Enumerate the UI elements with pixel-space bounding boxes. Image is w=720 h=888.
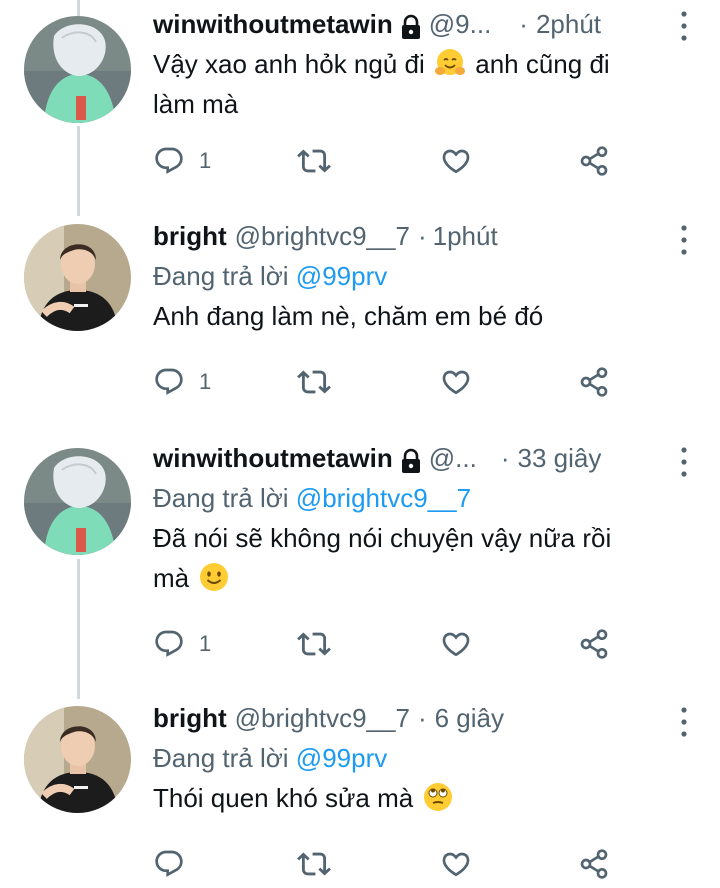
- share-icon: [578, 366, 610, 398]
- tweet-actions: 1: [153, 141, 623, 181]
- retweet-icon: [297, 847, 331, 881]
- display-name[interactable]: bright: [153, 216, 227, 256]
- display-name[interactable]: winwithoutmetawin: [153, 4, 393, 44]
- share-icon: [578, 145, 610, 177]
- like-icon: [440, 366, 472, 398]
- replying-to-line: Đang trả lời @99prv: [153, 256, 696, 296]
- tweet-header: bright @brightvc9__7 · 6 giây: [153, 698, 696, 738]
- retweet-icon: [297, 627, 331, 661]
- avatar[interactable]: [24, 448, 131, 555]
- reply-count: 1: [199, 631, 212, 656]
- display-name[interactable]: bright: [153, 698, 227, 738]
- tweet-text: Đã nói sẽ không nói chuyện vậy nữa rồi m…: [153, 518, 696, 598]
- replying-to-label: Đang trả lời: [153, 743, 289, 773]
- timestamp[interactable]: 1phút: [433, 216, 498, 256]
- reply-icon: [153, 628, 185, 660]
- retweet-button[interactable]: [297, 141, 331, 181]
- timestamp[interactable]: 33 giây: [518, 438, 602, 478]
- slightly-smiling-face-emoji: [198, 561, 230, 593]
- tweet-actions: [153, 844, 623, 884]
- tweet-actions: 1: [153, 362, 623, 402]
- reply-button[interactable]: 1: [153, 141, 211, 181]
- share-button[interactable]: [578, 844, 610, 884]
- hugging-face-emoji: [434, 47, 466, 79]
- retweet-button[interactable]: [297, 844, 331, 884]
- mention-link[interactable]: @brightvc9__7: [296, 483, 471, 513]
- tweet-text-part: Vậy xao anh hỏk ngủ đi: [153, 49, 425, 79]
- avatar[interactable]: [24, 706, 131, 813]
- replying-to-line: Đang trả lời @brightvc9__7: [153, 478, 696, 518]
- share-button[interactable]: [578, 141, 610, 181]
- separator-dot: ·: [417, 703, 427, 733]
- tweet-actions: 1: [153, 624, 623, 664]
- avatar[interactable]: [24, 16, 131, 123]
- share-icon: [578, 628, 610, 660]
- tweet-text: Thói quen khó sửa mà: [153, 778, 696, 818]
- reply-button[interactable]: [153, 844, 199, 884]
- separator-dot: ·: [500, 443, 510, 473]
- like-button[interactable]: [440, 844, 472, 884]
- lock-icon: [399, 445, 423, 473]
- reply-thread: winwithoutmetawin @9... · 2phút Vậy xao …: [0, 0, 720, 888]
- user-handle[interactable]: @...: [429, 438, 477, 478]
- lock-icon: [399, 11, 423, 39]
- timestamp[interactable]: 6 giây: [435, 698, 504, 738]
- share-button[interactable]: [578, 362, 610, 402]
- tweet-text: Vậy xao anh hỏk ngủ đi anh cũng đi làm m…: [153, 44, 696, 124]
- retweet-button[interactable]: [297, 362, 331, 402]
- tweet[interactable]: bright @brightvc9__7 · 6 giây Đang trả l…: [0, 698, 720, 888]
- separator-dot: ·: [519, 9, 528, 39]
- user-handle[interactable]: @brightvc9__7: [235, 216, 410, 256]
- reply-count: 1: [199, 148, 212, 173]
- tweet-text-part: mà: [153, 563, 190, 593]
- tweet[interactable]: winwithoutmetawin @9... · 2phút Vậy xao …: [0, 0, 720, 210]
- like-icon: [440, 628, 472, 660]
- tweet-text-part: anh cũng đi: [475, 49, 610, 79]
- tweet-header: winwithoutmetawin @... · 33 giây: [153, 438, 696, 478]
- like-button[interactable]: [440, 624, 472, 664]
- avatar[interactable]: [24, 224, 131, 331]
- tweet-header: winwithoutmetawin @9... · 2phút: [153, 4, 696, 44]
- reply-icon: [153, 366, 185, 398]
- tweet-text-part: Anh đang làm nè, chăm em bé đó: [153, 301, 544, 331]
- share-icon: [578, 848, 610, 880]
- display-name[interactable]: winwithoutmetawin: [153, 438, 393, 478]
- tweet-text-part: Đã nói sẽ không nói chuyện vậy nữa rồi: [153, 523, 612, 553]
- reply-button[interactable]: 1: [153, 362, 211, 402]
- user-handle[interactable]: @brightvc9__7: [235, 698, 410, 738]
- user-handle[interactable]: @9...: [429, 4, 492, 44]
- reply-icon: [153, 848, 185, 880]
- mention-link[interactable]: @99prv: [296, 261, 387, 291]
- tweet[interactable]: bright @brightvc9__7 · 1phút Đang trả lờ…: [0, 216, 720, 436]
- replying-to-label: Đang trả lời: [153, 261, 289, 291]
- replying-to-label: Đang trả lời: [153, 483, 289, 513]
- more-vertical-icon[interactable]: [672, 704, 696, 740]
- reply-button[interactable]: 1: [153, 624, 211, 664]
- retweet-icon: [297, 144, 331, 178]
- tweet-text-part: làm mà: [153, 89, 239, 119]
- tweet-header: bright @brightvc9__7 · 1phút: [153, 216, 696, 256]
- like-button[interactable]: [440, 141, 472, 181]
- separator-dot: ·: [417, 221, 427, 251]
- more-vertical-icon[interactable]: [672, 8, 696, 44]
- more-vertical-icon[interactable]: [672, 444, 696, 480]
- reply-icon: [153, 145, 185, 177]
- share-button[interactable]: [578, 624, 610, 664]
- timestamp[interactable]: 2phút: [536, 4, 601, 44]
- reply-count: 1: [199, 369, 212, 394]
- more-vertical-icon[interactable]: [672, 222, 696, 258]
- like-icon: [440, 145, 472, 177]
- tweet-text-part: Thói quen khó sửa mà: [153, 783, 414, 813]
- retweet-button[interactable]: [297, 624, 331, 664]
- like-icon: [440, 848, 472, 880]
- retweet-icon: [297, 365, 331, 399]
- like-button[interactable]: [440, 362, 472, 402]
- mention-link[interactable]: @99prv: [296, 743, 387, 773]
- replying-to-line: Đang trả lời @99prv: [153, 738, 696, 778]
- face-with-rolling-eyes-emoji: [422, 781, 454, 813]
- tweet-text: Anh đang làm nè, chăm em bé đó: [153, 296, 696, 336]
- tweet[interactable]: winwithoutmetawin @... · 33 giây Đang tr…: [0, 436, 720, 696]
